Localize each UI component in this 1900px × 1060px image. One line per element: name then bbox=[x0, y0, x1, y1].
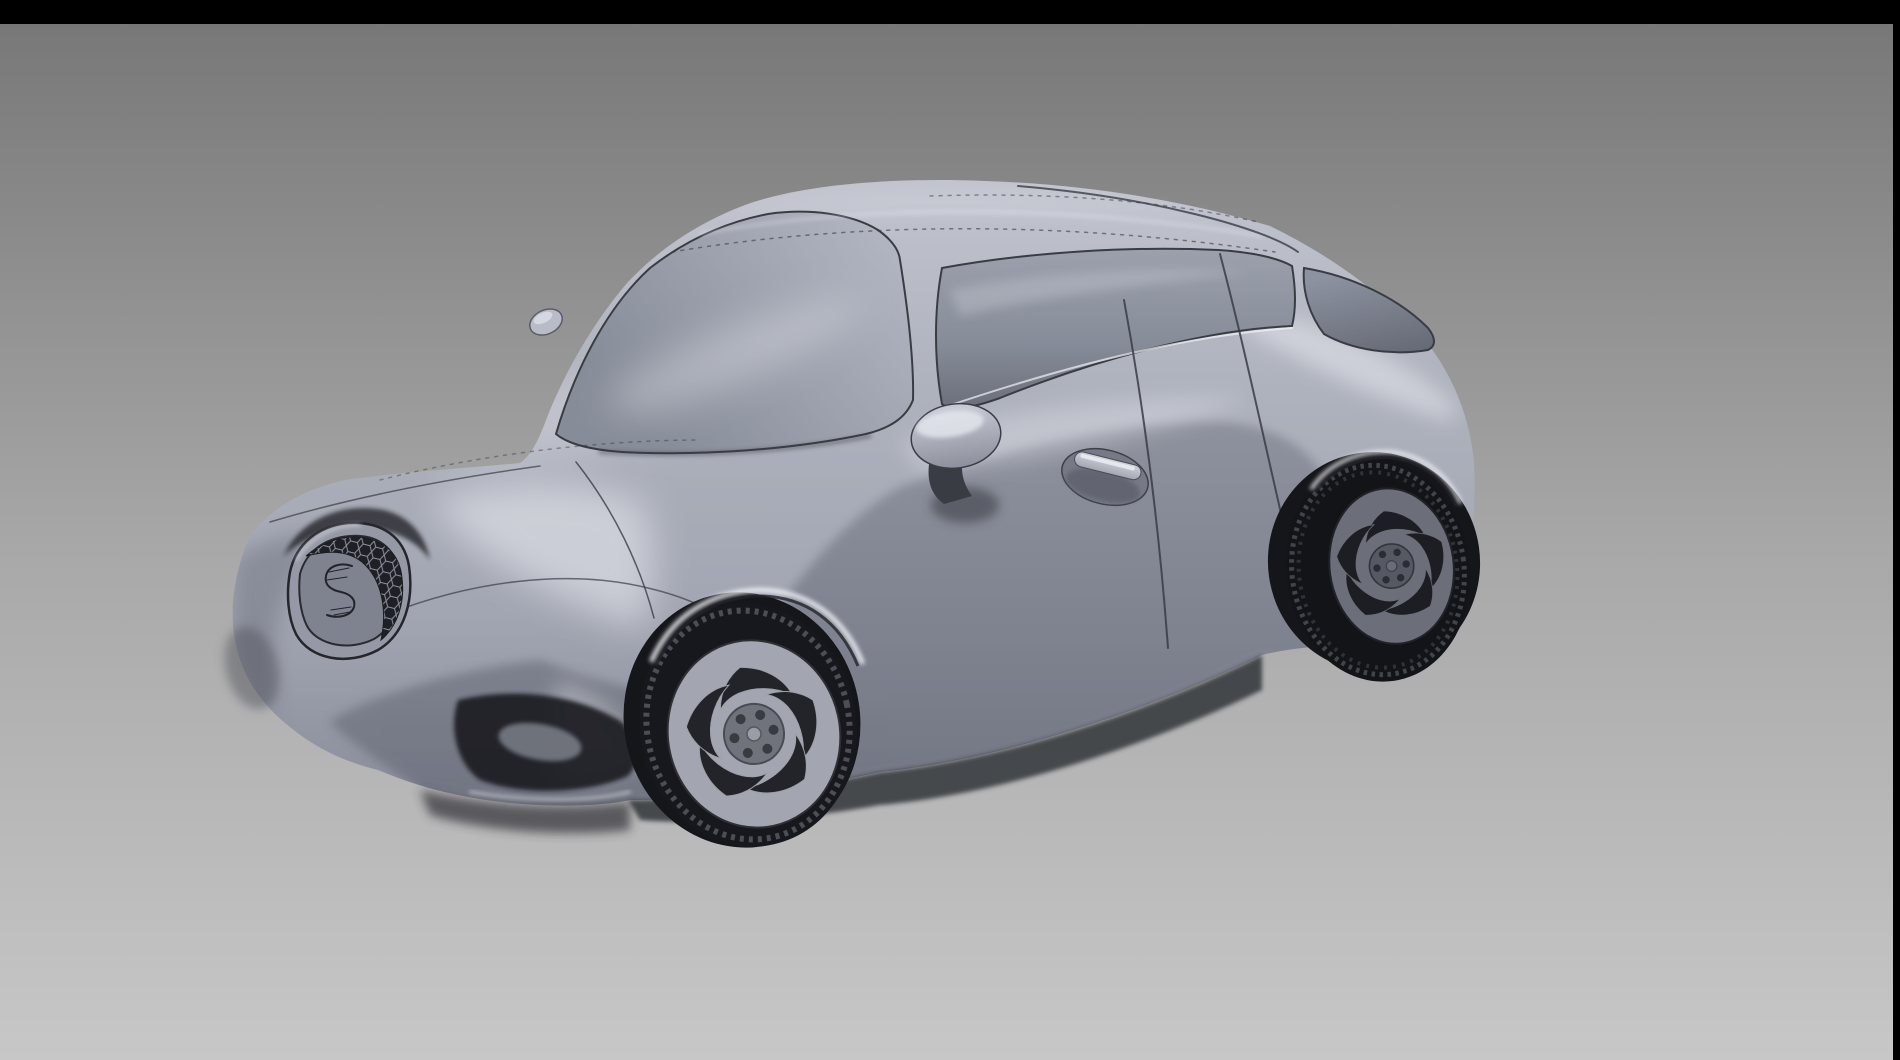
window-top-bezel bbox=[0, 0, 1900, 24]
far-side-mirror bbox=[526, 304, 567, 340]
car-model bbox=[216, 180, 1494, 870]
3d-viewport[interactable] bbox=[0, 24, 1893, 1060]
window-right-bezel bbox=[1893, 0, 1900, 1060]
app-window bbox=[0, 0, 1900, 1060]
car-model-canvas bbox=[0, 24, 1893, 1060]
